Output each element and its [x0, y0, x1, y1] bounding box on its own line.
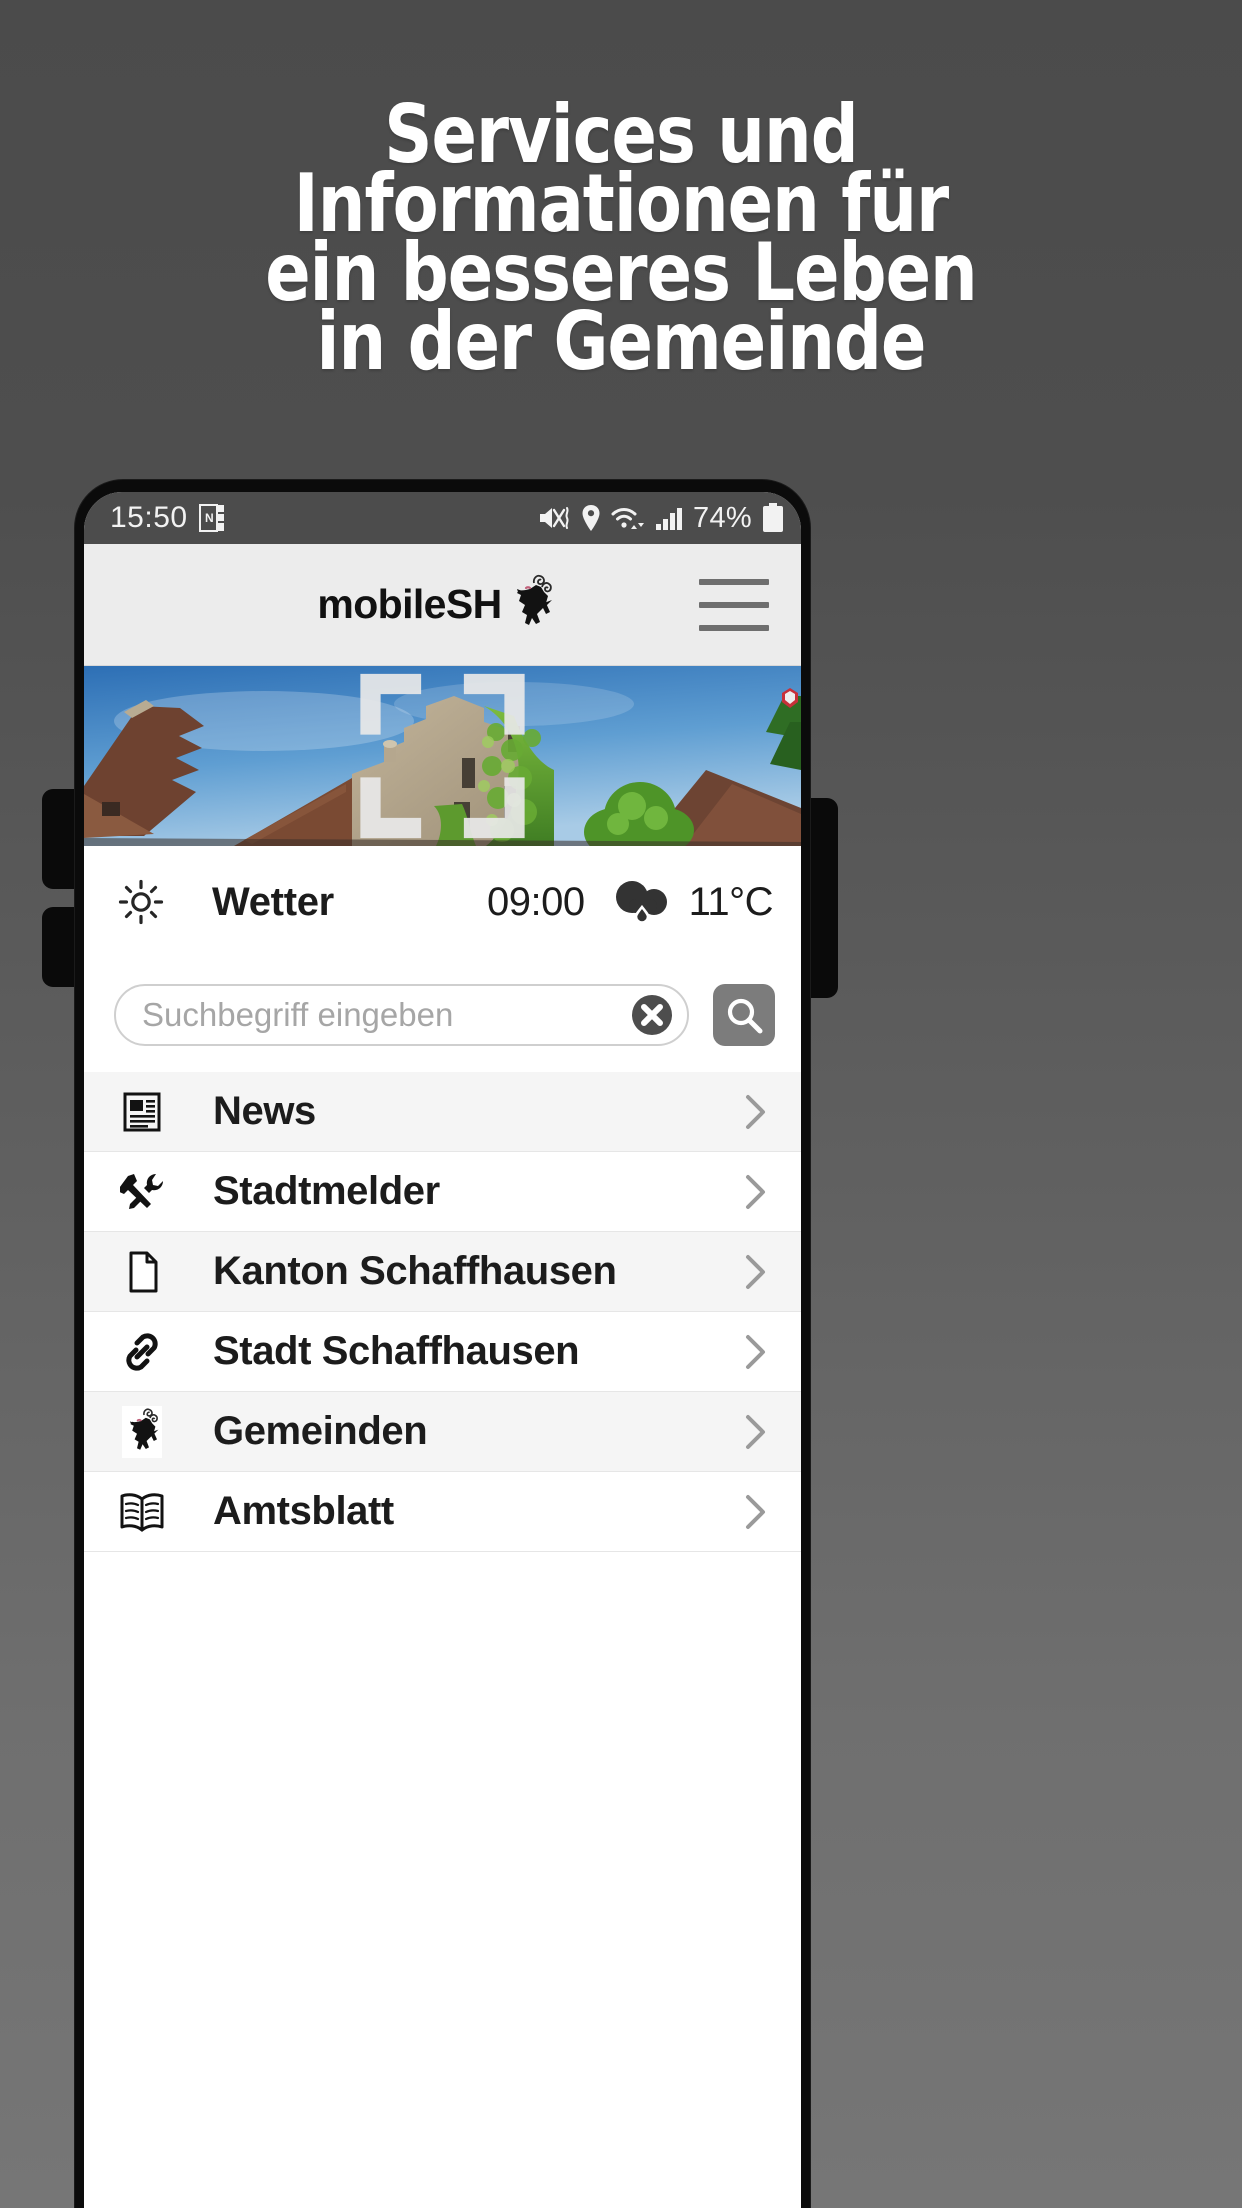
- hero-image[interactable]: [84, 666, 801, 846]
- battery-icon: [763, 503, 783, 532]
- rain-cloud-icon: [615, 881, 667, 924]
- menu-item-label: Stadtmelder: [213, 1169, 440, 1213]
- menu-item-label: Gemeinden: [213, 1409, 428, 1453]
- hamburger-line: [699, 601, 769, 608]
- weather-bar[interactable]: Wetter 09:00 11°C: [84, 846, 801, 958]
- status-bar-clock: 15:50: [110, 501, 188, 534]
- schaffhausen-ram-icon: [516, 574, 552, 625]
- app-header: mobileSH: [84, 544, 801, 666]
- chevron-right-icon: [746, 1094, 765, 1129]
- document-icon: [118, 1248, 166, 1296]
- phone-screen: 15:50 N 74% mobileSH Wetter 09:00 11°C S…: [84, 492, 801, 2208]
- search-input[interactable]: [142, 986, 627, 1044]
- page-title: Services und Informationen für ein besse…: [43, 95, 1198, 388]
- chevron-right-icon: [746, 1254, 765, 1289]
- search-bar: [84, 958, 801, 1072]
- menu-item-gemeinden[interactable]: Gemeinden: [84, 1392, 801, 1472]
- menu-item-label: News: [213, 1089, 316, 1133]
- weather-temperature: 11°C: [688, 879, 774, 924]
- clear-circle-icon[interactable]: [631, 994, 673, 1036]
- mute-vibrate-icon: [540, 507, 569, 529]
- hamburger-line: [699, 578, 769, 585]
- search-icon: [727, 998, 763, 1034]
- weather-label: Wetter: [212, 879, 334, 924]
- menu-item-amtsblatt[interactable]: Amtsblatt: [84, 1472, 801, 1552]
- menu-item-label: Stadt Schaffhausen: [213, 1329, 580, 1373]
- chevron-right-icon: [746, 1414, 765, 1449]
- fullscreen-expand-icon[interactable]: [84, 666, 801, 846]
- app-brand[interactable]: mobileSH: [317, 569, 555, 641]
- signal-bars-icon: [656, 508, 683, 530]
- promo-screenshot: Services und Informationen für ein besse…: [0, 0, 1242, 2208]
- app-brand-label: mobileSH: [317, 581, 502, 627]
- menu-item-stadt-schaffhausen[interactable]: Stadt Schaffhausen: [84, 1312, 801, 1392]
- status-bar-right: 74%: [537, 502, 784, 535]
- menu-item-kanton-schaffhausen[interactable]: Kanton Schaffhausen: [84, 1232, 801, 1312]
- sun-icon: [118, 879, 164, 925]
- link-icon: [118, 1328, 166, 1376]
- wifi-icon: [611, 508, 645, 529]
- chevron-right-icon: [746, 1334, 765, 1369]
- headline-line-4: in der Gemeinde: [316, 295, 927, 388]
- status-bar-left: 15:50 N: [110, 501, 225, 535]
- battery-percent-label: 74%: [693, 501, 752, 534]
- weather-time: 09:00: [486, 879, 585, 924]
- chevron-right-icon: [746, 1494, 765, 1529]
- menu-item-label: Amtsblatt: [213, 1489, 394, 1533]
- menu-item-news[interactable]: News: [84, 1072, 801, 1152]
- svg-text:N: N: [205, 511, 214, 525]
- hamburger-menu-icon[interactable]: [699, 578, 769, 631]
- tools-icon: [118, 1168, 166, 1216]
- onenote-icon: N: [198, 504, 224, 532]
- coat-of-arms-icon: [118, 1405, 166, 1458]
- open-book-icon: [118, 1488, 166, 1536]
- hamburger-line: [699, 624, 769, 631]
- chevron-right-icon: [746, 1174, 765, 1209]
- search-submit-button[interactable]: [713, 984, 775, 1046]
- menu-item-stadtmelder[interactable]: Stadtmelder: [84, 1152, 801, 1232]
- menu-item-label: Kanton Schaffhausen: [213, 1249, 617, 1293]
- main-menu-list: News Stadtmelder Kanton Schaffhausen Sta…: [84, 1072, 801, 1552]
- newspaper-icon: [118, 1088, 166, 1136]
- location-pin-icon: [582, 505, 600, 531]
- status-bar: 15:50 N 74%: [84, 492, 801, 544]
- search-field[interactable]: [114, 984, 689, 1046]
- phone-mockup: 15:50 N 74% mobileSH Wetter 09:00 11°C S…: [42, 480, 838, 2208]
